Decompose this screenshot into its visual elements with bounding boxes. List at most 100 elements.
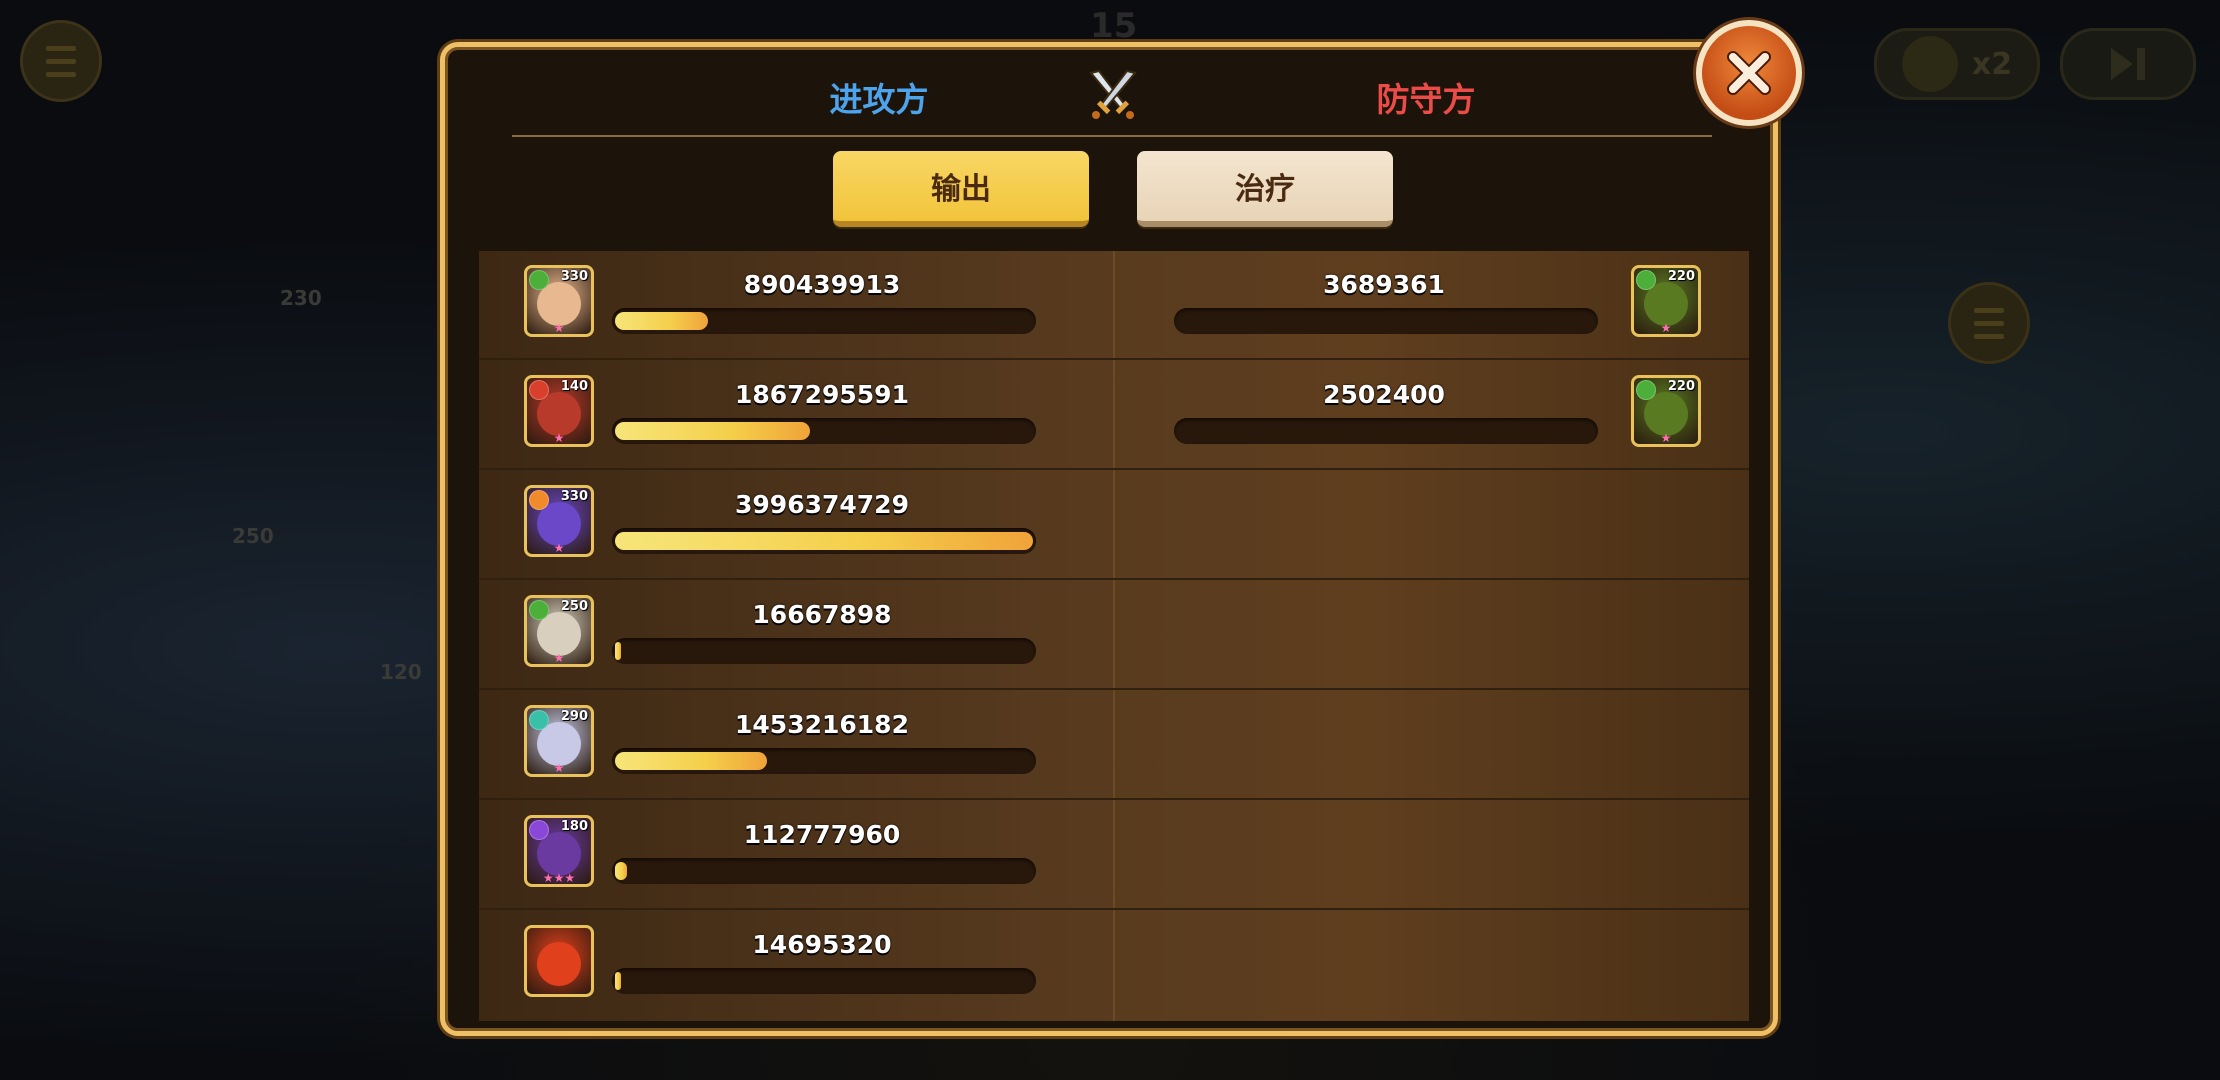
damage-bar-fill [615,752,767,770]
damage-value: 3996374729 [735,490,909,519]
damage-bar [612,748,1036,774]
hero-level: 220 [1667,269,1695,284]
bg-hp-number: 230 [280,286,322,310]
damage-bar [612,308,1036,334]
hero-portrait[interactable]: 330 ★ [524,265,594,337]
speed-label: x2 [1971,46,2013,82]
element-icon [529,710,549,730]
hero-portrait[interactable]: 220 ★ [1631,265,1701,337]
defender-entry [1115,911,1749,1020]
element-icon [529,380,549,400]
attacker-entry: 250 ★ 16667898 [479,581,1113,690]
attacker-label: 进攻方 [829,80,929,119]
hero-level: 140 [560,379,588,394]
skip-button [2060,28,2196,100]
stats-row: 14695320 [479,911,1749,1020]
element-icon [529,270,549,290]
stats-row: 330 ★ 3996374729 [479,471,1749,580]
skip-icon [2111,48,2133,80]
hero-portrait[interactable]: 180 ★★★ [524,815,594,887]
hero-level: 220 [1667,379,1695,394]
crossed-swords-icon [1089,69,1137,119]
hero-portrait[interactable]: 220 ★ [1631,375,1701,447]
hero-face [537,942,581,986]
damage-value: 890439913 [743,270,901,299]
hero-level: 180 [560,819,588,834]
stats-row: 290 ★ 1453216182 [479,691,1749,800]
defender-label: 防守方 [1376,80,1476,119]
hero-stars: ★ [553,541,565,555]
hero-portrait[interactable]: 250 ★ [524,595,594,667]
element-icon [529,600,549,620]
hero-stars: ★ [1660,431,1672,445]
damage-value: 14695320 [752,930,892,959]
damage-bar-fill [615,312,708,330]
menu-icon [20,20,102,102]
defender-entry [1115,801,1749,910]
close-button[interactable] [1696,20,1802,126]
stats-row: 180 ★★★ 112777960 [479,801,1749,910]
damage-bar-fill [615,532,1033,550]
hero-portrait[interactable] [524,925,594,997]
tab-heal[interactable]: 治疗 [1137,151,1393,227]
speed-button: x2 [1874,28,2040,100]
defender-entry [1115,471,1749,580]
defender-entry [1115,581,1749,690]
defender-entry [1115,691,1749,800]
stats-row: 250 ★ 16667898 [479,581,1749,690]
bg-hp-number: 120 [380,660,422,684]
hero-portrait[interactable]: 330 ★ [524,485,594,557]
attacker-entry: 14695320 [479,911,1113,1020]
damage-value: 2502400 [1323,380,1445,409]
damage-value: 112777960 [743,820,901,849]
hero-stars: ★ [553,431,565,445]
damage-bar [612,638,1036,664]
header-divider [512,135,1712,137]
hero-stars: ★ [553,761,565,775]
hero-level: 250 [560,599,588,614]
damage-bar [612,968,1036,994]
tab-output[interactable]: 输出 [833,151,1089,227]
hero-level: 330 [560,489,588,504]
attacker-entry: 330 ★ 3996374729 [479,471,1113,580]
damage-bar-fill [615,642,621,660]
element-icon [1636,270,1656,290]
close-icon [1727,51,1771,95]
hero-stars: ★★★ [542,871,576,885]
hero-level: 330 [560,269,588,284]
panel-header: 进攻方 防守方 [445,47,1773,139]
element-icon [1636,380,1656,400]
attacker-entry: 290 ★ 1453216182 [479,691,1113,800]
damage-bar-fill [615,422,810,440]
damage-bar [612,418,1036,444]
hero-stars: ★ [1660,321,1672,335]
bg-hp-number: 250 [232,524,274,548]
damage-bar-fill [615,972,621,990]
damage-bar [612,858,1036,884]
battle-stats-panel: 进攻方 防守方 输出 治疗 330 ★ 890439913 220 ★ 3689361 14… [440,42,1778,1036]
attacker-entry: 140 ★ 1867295591 [479,361,1113,470]
damage-value: 16667898 [752,600,892,629]
attacker-entry: 330 ★ 890439913 [479,251,1113,360]
damage-value: 1453216182 [735,710,909,739]
hero-stars: ★ [553,651,565,665]
round-number: 15 [1090,6,1138,46]
list-menu-icon [1948,282,2030,364]
stats-list: 330 ★ 890439913 220 ★ 3689361 140 ★ 1867295591 22… [479,251,1749,1021]
hero-portrait[interactable]: 140 ★ [524,375,594,447]
hero-portrait[interactable]: 290 ★ [524,705,594,777]
element-icon [529,490,549,510]
damage-bar-fill [615,862,627,880]
damage-bar [612,528,1036,554]
stats-row: 140 ★ 1867295591 220 ★ 2502400 [479,361,1749,470]
damage-value: 3689361 [1323,270,1445,299]
stats-row: 330 ★ 890439913 220 ★ 3689361 [479,251,1749,360]
hero-stars: ★ [553,321,565,335]
damage-bar [1174,308,1598,334]
lightning-icon [1901,36,1958,92]
damage-value: 1867295591 [735,380,909,409]
attacker-entry: 180 ★★★ 112777960 [479,801,1113,910]
defender-entry: 220 ★ 2502400 [1115,361,1749,470]
element-icon [529,820,549,840]
defender-entry: 220 ★ 3689361 [1115,251,1749,360]
